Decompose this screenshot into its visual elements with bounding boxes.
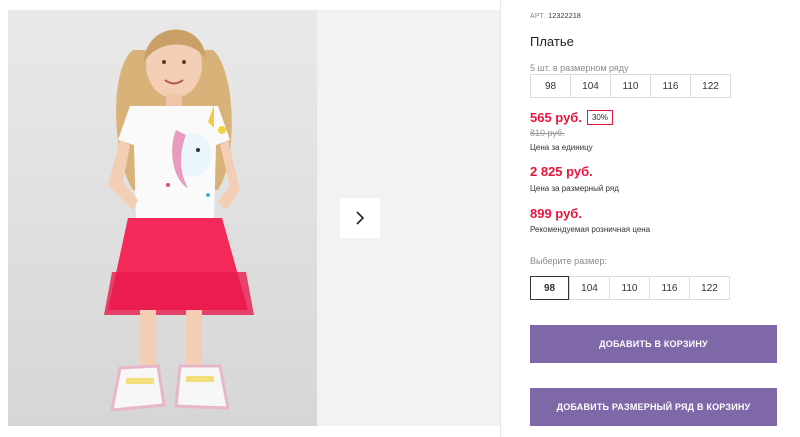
pack-size-cell: 116 (650, 74, 691, 98)
old-price: 810 руб. (530, 128, 565, 138)
add-pack-to-cart-button[interactable]: ДОБАВИТЬ РАЗМЕРНЫЙ РЯД В КОРЗИНУ (530, 388, 777, 426)
product-photo-illustration (8, 10, 317, 426)
article-label: АРТ. (530, 13, 546, 20)
add-to-cart-button[interactable]: ДОБАВИТЬ В КОРЗИНУ (530, 325, 777, 363)
pack-size-row: 98 104 110 116 122 (530, 74, 731, 98)
product-photo[interactable] (8, 10, 317, 426)
article-number: 12322218 (548, 13, 582, 20)
retail-price-label: Рекомендуемая розничная цена (530, 225, 651, 234)
size-selector: 98 104 110 116 122 (530, 276, 730, 300)
pack-size-cell: 98 (530, 74, 571, 98)
size-option[interactable]: 116 (649, 276, 690, 300)
pack-price-label: Цена за размерный ряд (530, 184, 619, 193)
product-gallery (8, 10, 501, 426)
chevron-right-icon (356, 211, 365, 225)
size-option[interactable]: 110 (609, 276, 650, 300)
pack-price: 2 825 руб. (530, 164, 593, 179)
pack-size-cell: 122 (690, 74, 731, 98)
next-image-button[interactable] (340, 198, 380, 238)
size-option[interactable]: 104 (569, 276, 610, 300)
size-select-label: Выберите размер: (530, 256, 607, 266)
column-divider (500, 0, 501, 437)
retail-price: 899 руб. (530, 206, 582, 221)
unit-price-row: 565 руб. 30% (530, 110, 613, 125)
pack-size-cell: 104 (570, 74, 611, 98)
product-title: Платье (530, 34, 574, 49)
unit-price-label: Цена за единицу (530, 143, 593, 152)
pack-size-text: 5 шт. в размерном ряду (530, 63, 629, 73)
size-option[interactable]: 122 (689, 276, 730, 300)
discount-badge: 30% (586, 110, 613, 125)
article-line: АРТ. 12322218 (530, 13, 581, 20)
size-option-selected[interactable]: 98 (530, 276, 569, 300)
pack-size-cell: 110 (610, 74, 651, 98)
unit-price: 565 руб. (530, 110, 582, 125)
